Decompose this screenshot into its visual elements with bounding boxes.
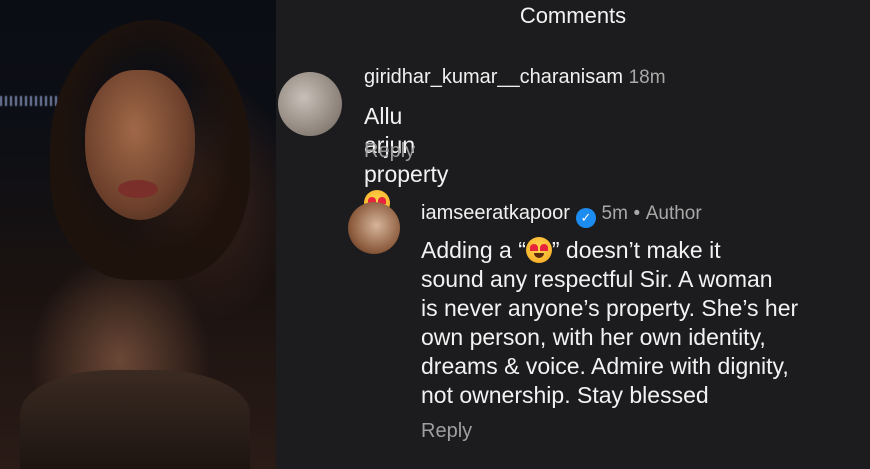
author-label: Author (645, 203, 702, 224)
reply-button[interactable]: Reply (364, 140, 415, 163)
avatar[interactable] (348, 202, 400, 254)
timestamp: 5m (601, 203, 628, 224)
lips (118, 180, 158, 198)
comment-text: Adding a “” doesn’t make it sound any re… (421, 237, 799, 408)
avatar[interactable] (278, 72, 342, 136)
comments-title: Comments (519, 3, 627, 28)
post-photo (0, 0, 276, 469)
timestamp: 18m (628, 67, 666, 88)
reply-button[interactable]: Reply (421, 420, 472, 443)
verified-badge-icon: ✓ (575, 208, 596, 228)
comment-header: iamseeratkapoor ✓ 5m • Author (421, 202, 702, 228)
comment-header: giridhar_kumar__charanisam 18m (364, 66, 666, 89)
dress (20, 370, 250, 469)
city-lights (0, 96, 60, 106)
separator: • (633, 203, 641, 224)
username[interactable]: giridhar_kumar__charanisam (364, 66, 623, 88)
heart-eyes-emoji-icon (525, 237, 552, 263)
username[interactable]: iamseeratkapoor (421, 202, 570, 224)
